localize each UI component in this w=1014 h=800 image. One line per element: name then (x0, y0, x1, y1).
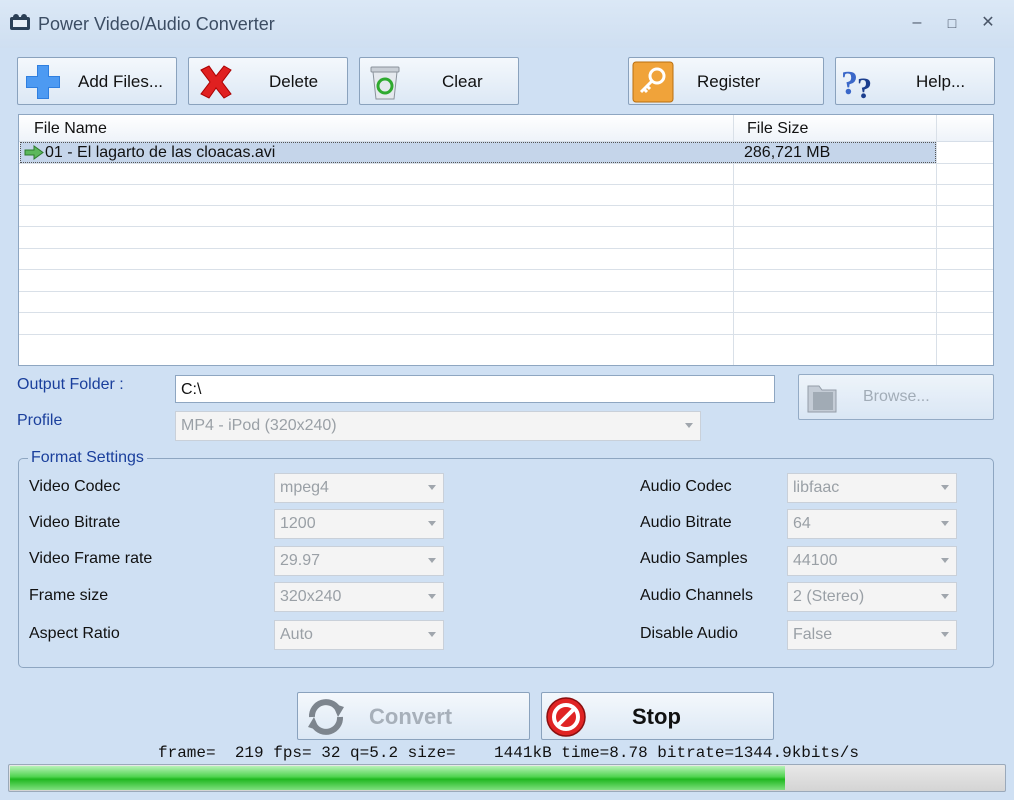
video-frame-rate-select[interactable]: 29.97 (274, 546, 444, 576)
audio-samples-label: Audio Samples (640, 550, 748, 567)
chevron-down-icon (941, 632, 949, 637)
help-button[interactable]: ? ? Help... (835, 57, 995, 105)
profile-label: Profile (17, 412, 63, 429)
video-frame-rate-label: Video Frame rate (29, 550, 153, 567)
help-label: Help... (916, 72, 966, 91)
frame-size-label: Frame size (29, 587, 109, 604)
delete-label: Delete (269, 72, 319, 91)
file-size-cell: 286,721 MB (744, 144, 831, 161)
recycle-bin-icon (370, 66, 400, 100)
browse-label: Browse... (863, 388, 930, 405)
audio-codec-select[interactable]: libfaac (787, 473, 957, 503)
column-header-file-name[interactable]: File Name (34, 120, 107, 138)
disable-audio-value: False (793, 626, 833, 643)
aspect-ratio-select[interactable]: Auto (274, 620, 444, 650)
audio-bitrate-label: Audio Bitrate (640, 514, 732, 531)
frame-size-select[interactable]: 320x240 (274, 582, 444, 612)
convert-label: Convert (369, 704, 453, 729)
plus-icon (26, 65, 60, 99)
clear-button[interactable]: Clear (359, 57, 519, 105)
delete-button[interactable]: Delete (188, 57, 348, 105)
title-bar: Power Video/Audio Converter – □ ✕ (0, 0, 1014, 48)
chevron-down-icon (428, 521, 436, 526)
disable-audio-select[interactable]: False (787, 620, 957, 650)
file-list-header: File Name File Size (19, 115, 993, 142)
audio-codec-label: Audio Codec (640, 478, 732, 495)
audio-codec-value: libfaac (793, 479, 840, 496)
browse-button[interactable]: Browse... (798, 374, 994, 420)
register-button[interactable]: Register (628, 57, 824, 105)
stop-button[interactable]: Stop (541, 692, 774, 740)
conversion-progress-bar (8, 764, 1006, 792)
stop-icon (546, 697, 586, 737)
video-frame-rate-value: 29.97 (280, 552, 321, 569)
audio-bitrate-value: 64 (793, 515, 811, 532)
profile-select[interactable]: MP4 - iPod (320x240) (175, 411, 701, 441)
svg-text:?: ? (857, 72, 872, 102)
chevron-down-icon (428, 594, 436, 599)
maximize-button[interactable]: □ (941, 12, 963, 34)
register-label: Register (697, 72, 761, 91)
chevron-down-icon (941, 485, 949, 490)
video-codec-select[interactable]: mpeg4 (274, 473, 444, 503)
video-bitrate-label: Video Bitrate (29, 514, 121, 531)
video-bitrate-select[interactable]: 1200 (274, 509, 444, 539)
clear-label: Clear (442, 72, 483, 91)
audio-samples-value: 44100 (793, 552, 838, 569)
key-icon (632, 61, 674, 103)
audio-channels-value: 2 (Stereo) (793, 588, 865, 605)
video-codec-value: mpeg4 (280, 479, 329, 496)
folder-icon (807, 385, 837, 413)
help-question-icon: ? ? (841, 65, 872, 102)
conversion-status-text: frame= 219 fps= 32 q=5.2 size= 1441kB ti… (158, 744, 859, 762)
stop-label: Stop (632, 704, 681, 729)
green-arrow-icon (24, 145, 44, 160)
audio-bitrate-select[interactable]: 64 (787, 509, 957, 539)
add-files-button[interactable]: Add Files... (17, 57, 177, 105)
output-folder-label: Output Folder : (17, 376, 124, 393)
window-title: Power Video/Audio Converter (38, 14, 275, 34)
audio-samples-select[interactable]: 44100 (787, 546, 957, 576)
frame-size-value: 320x240 (280, 588, 342, 605)
format-settings-title: Format Settings (28, 449, 147, 467)
chevron-down-icon (941, 594, 949, 599)
file-name-cell: 01 - El lagarto de las cloacas.avi (45, 144, 276, 161)
column-divider (936, 115, 937, 365)
chevron-down-icon (941, 558, 949, 563)
convert-button[interactable]: Convert (297, 692, 530, 740)
refresh-icon (308, 699, 344, 735)
close-button[interactable]: ✕ (977, 12, 999, 34)
progress-fill (10, 766, 785, 790)
column-header-file-size[interactable]: File Size (747, 120, 808, 138)
file-list[interactable]: File Name File Size 01 - El lagarto de l… (18, 114, 994, 366)
chevron-down-icon (685, 423, 693, 428)
table-row[interactable]: 01 - El lagarto de las cloacas.avi 286,7… (20, 142, 936, 163)
chevron-down-icon (941, 521, 949, 526)
audio-channels-select[interactable]: 2 (Stereo) (787, 582, 957, 612)
aspect-ratio-value: Auto (280, 626, 313, 643)
video-bitrate-value: 1200 (280, 515, 316, 532)
minimize-button[interactable]: – (906, 12, 928, 34)
disable-audio-label: Disable Audio (640, 625, 738, 642)
add-files-label: Add Files... (78, 72, 164, 91)
chevron-down-icon (428, 485, 436, 490)
aspect-ratio-label: Aspect Ratio (29, 625, 120, 642)
red-x-icon (200, 65, 232, 99)
output-folder-field[interactable]: C:\ (175, 375, 775, 403)
output-folder-value: C:\ (181, 381, 202, 398)
audio-channels-label: Audio Channels (640, 587, 753, 604)
svg-text:?: ? (841, 65, 858, 102)
chevron-down-icon (428, 632, 436, 637)
chevron-down-icon (428, 558, 436, 563)
film-app-icon (10, 14, 30, 30)
profile-value: MP4 - iPod (320x240) (181, 417, 337, 434)
video-codec-label: Video Codec (29, 478, 121, 495)
